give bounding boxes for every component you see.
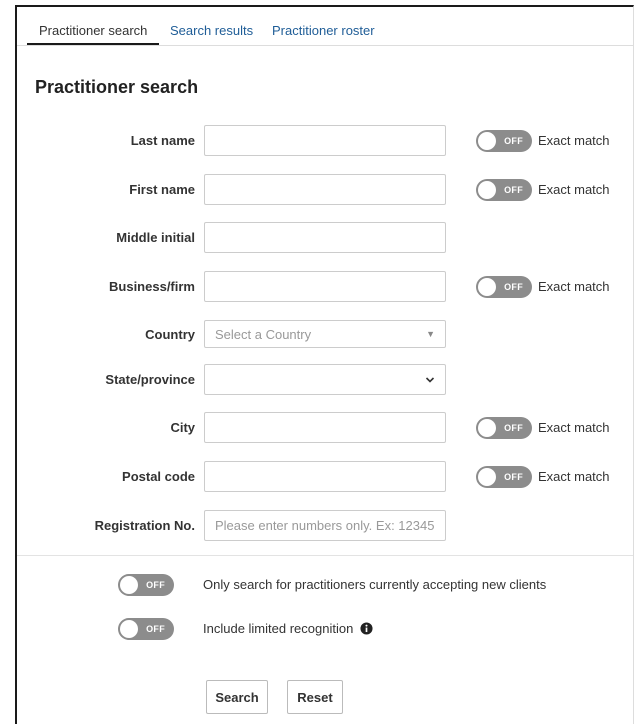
registration-row: Registration No. (17, 510, 633, 542)
limited-recognition-toggle[interactable]: OFF (118, 618, 174, 640)
business-row: Business/firm OFF Exact match (17, 271, 633, 303)
city-row: City OFF Exact match (17, 412, 633, 444)
toggle-off-label: OFF (504, 185, 523, 195)
divider (17, 555, 633, 556)
first-name-input[interactable] (204, 174, 446, 205)
registration-label: Registration No. (94, 518, 195, 533)
state-label: State/province (105, 372, 195, 387)
toggle-knob (120, 620, 138, 638)
reset-button[interactable]: Reset (287, 680, 343, 714)
search-button[interactable]: Search (206, 680, 268, 714)
city-exact-toggle[interactable]: OFF (476, 417, 532, 439)
chevron-down-icon (425, 376, 435, 383)
tab-bar: Practitioner search Search results Pract… (17, 7, 633, 46)
exact-match-label: Exact match (538, 420, 610, 435)
exact-match-label: Exact match (538, 182, 610, 197)
page-title: Practitioner search (35, 77, 199, 97)
first-name-row: First name OFF Exact match (17, 174, 633, 206)
toggle-knob (120, 576, 138, 594)
state-select[interactable] (204, 364, 446, 395)
registration-input[interactable] (204, 510, 446, 541)
toggle-knob (478, 181, 496, 199)
postal-input[interactable] (204, 461, 446, 492)
last-name-exact-toggle[interactable]: OFF (476, 130, 532, 152)
search-panel: Practitioner search Search results Pract… (15, 5, 634, 724)
country-label: Country (145, 327, 195, 342)
toggle-knob (478, 278, 496, 296)
exact-match-label: Exact match (538, 133, 610, 148)
business-label: Business/firm (109, 279, 195, 294)
toggle-off-label: OFF (504, 282, 523, 292)
middle-initial-row: Middle initial (17, 222, 633, 254)
toggle-off-label: OFF (504, 136, 523, 146)
last-name-input[interactable] (204, 125, 446, 156)
toggle-off-label: OFF (146, 580, 165, 590)
last-name-row: Last name OFF Exact match (17, 125, 633, 157)
info-circle-icon[interactable] (360, 622, 373, 635)
exact-match-label: Exact match (538, 469, 610, 484)
city-label: City (170, 420, 195, 435)
caret-down-icon: ▼ (426, 329, 435, 339)
country-row: Country Select a Country ▼ (17, 319, 633, 351)
toggle-off-label: OFF (504, 423, 523, 433)
toggle-knob (478, 468, 496, 486)
first-name-label: First name (129, 182, 195, 197)
country-placeholder: Select a Country (215, 326, 312, 342)
limited-recognition-text: Include limited recognition (203, 617, 373, 641)
toggle-knob (478, 132, 496, 150)
business-input[interactable] (204, 271, 446, 302)
limited-recognition-label: Include limited recognition (203, 621, 354, 636)
middle-initial-input[interactable] (204, 222, 446, 253)
accepting-clients-toggle[interactable]: OFF (118, 574, 174, 596)
accepting-clients-label: Only search for practitioners currently … (203, 577, 547, 592)
postal-exact-toggle[interactable]: OFF (476, 466, 532, 488)
business-exact-toggle[interactable]: OFF (476, 276, 532, 298)
toggle-knob (478, 419, 496, 437)
city-input[interactable] (204, 412, 446, 443)
state-row: State/province (17, 364, 633, 396)
tab-practitioner-search[interactable]: Practitioner search (27, 7, 160, 45)
limited-recognition-row: OFF Include limited recognition (17, 617, 633, 641)
tab-practitioner-roster[interactable]: Practitioner roster (272, 7, 375, 45)
toggle-off-label: OFF (146, 624, 165, 634)
postal-label: Postal code (122, 469, 195, 484)
last-name-label: Last name (130, 133, 195, 148)
exact-match-label: Exact match (538, 279, 610, 294)
postal-row: Postal code OFF Exact match (17, 461, 633, 493)
middle-initial-label: Middle initial (116, 230, 195, 245)
country-select[interactable]: Select a Country ▼ (204, 320, 446, 348)
accepting-clients-row: OFF Only search for practitioners curren… (17, 573, 633, 597)
toggle-off-label: OFF (504, 472, 523, 482)
tab-search-results[interactable]: Search results (170, 7, 253, 45)
first-name-exact-toggle[interactable]: OFF (476, 179, 532, 201)
